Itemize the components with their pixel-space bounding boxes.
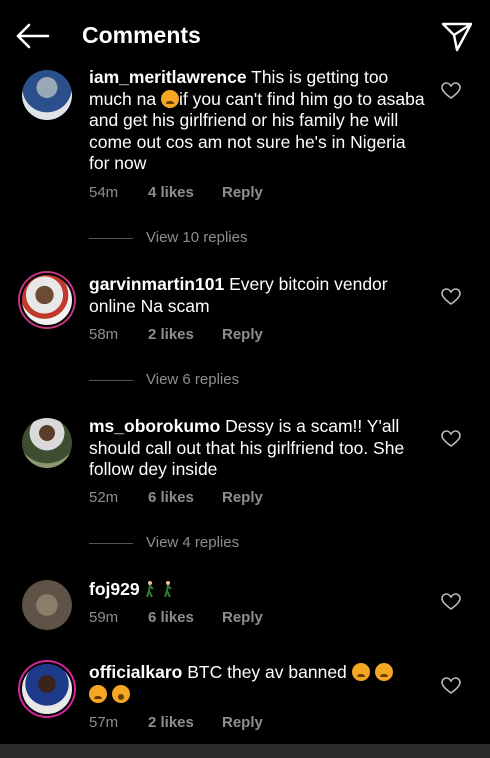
heart-icon[interactable] bbox=[441, 288, 461, 306]
header: Comments bbox=[0, 0, 490, 68]
reply-button[interactable]: Reply bbox=[222, 489, 263, 506]
comment-username[interactable]: iam_meritlawrence bbox=[89, 67, 247, 87]
heart-icon[interactable] bbox=[441, 82, 461, 100]
likes-count[interactable]: 6 likes bbox=[148, 609, 194, 626]
avatar[interactable] bbox=[22, 418, 72, 468]
crying-face-icon bbox=[160, 89, 179, 108]
reply-button[interactable]: Reply bbox=[222, 714, 263, 731]
reply-button[interactable]: Reply bbox=[222, 326, 263, 343]
comment-text: BTC they av banned bbox=[182, 662, 352, 682]
avatar[interactable] bbox=[22, 70, 72, 120]
reply-button[interactable]: Reply bbox=[222, 184, 263, 201]
comment-meta: 52m 6 likes Reply bbox=[89, 489, 263, 506]
comment-username[interactable]: ms_oborokumo bbox=[89, 416, 220, 436]
heart-icon[interactable] bbox=[441, 430, 461, 448]
astonished-face-icon bbox=[111, 684, 130, 703]
crying-face-icon bbox=[351, 663, 370, 681]
crying-face-icon bbox=[89, 684, 107, 703]
divider bbox=[89, 380, 133, 381]
person-walking-icon bbox=[146, 581, 155, 598]
comment-username[interactable]: garvinmartin101 bbox=[89, 274, 224, 294]
crying-face-icon bbox=[374, 663, 393, 681]
person-walking-icon bbox=[164, 581, 173, 598]
likes-count[interactable]: 4 likes bbox=[148, 184, 194, 201]
comment-time: 58m bbox=[89, 326, 119, 343]
likes-count[interactable]: 6 likes bbox=[148, 489, 194, 506]
comment-time: 57m bbox=[89, 714, 119, 731]
comment-meta: 57m 2 likes Reply bbox=[89, 714, 263, 731]
likes-count[interactable]: 2 likes bbox=[148, 714, 194, 731]
divider bbox=[89, 238, 133, 239]
paper-plane-icon[interactable] bbox=[440, 19, 474, 53]
divider bbox=[89, 543, 133, 544]
comment-username[interactable]: officialkaro bbox=[89, 662, 182, 682]
avatar[interactable] bbox=[22, 275, 72, 325]
page-title: Comments bbox=[82, 22, 201, 48]
avatar[interactable] bbox=[22, 580, 72, 630]
heart-icon[interactable] bbox=[441, 593, 461, 611]
reply-button[interactable]: Reply bbox=[222, 609, 263, 626]
back-arrow-icon[interactable] bbox=[14, 20, 50, 52]
avatar[interactable] bbox=[22, 664, 72, 714]
comment-time: 54m bbox=[89, 184, 119, 201]
comment-username[interactable]: foj929 bbox=[89, 579, 140, 599]
comment-meta: 58m 2 likes Reply bbox=[89, 326, 263, 343]
comment-meta: 59m 6 likes Reply bbox=[89, 609, 263, 626]
heart-icon[interactable] bbox=[441, 677, 461, 695]
bottom-bar bbox=[0, 744, 490, 758]
comment-time: 52m bbox=[89, 489, 119, 506]
likes-count[interactable]: 2 likes bbox=[148, 326, 194, 343]
comment-time: 59m bbox=[89, 609, 119, 626]
comment-meta: 54m 4 likes Reply bbox=[89, 184, 263, 201]
